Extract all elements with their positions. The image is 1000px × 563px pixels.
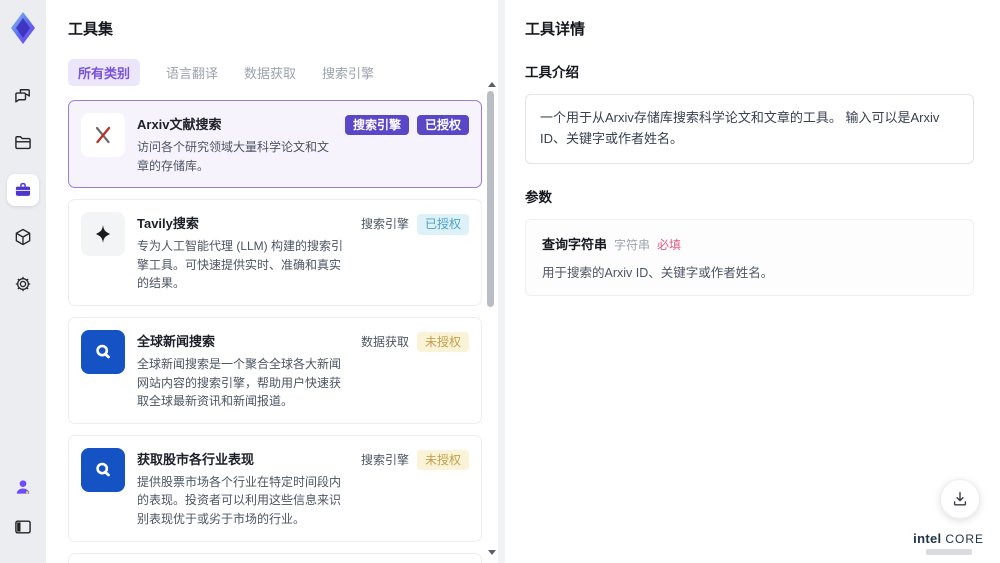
tool-icon [81,329,125,374]
tool-name: 全球新闻搜索 [137,333,216,349]
sidebar-item-packages[interactable] [7,221,39,253]
category-tabs: 所有类别 语言翻译 数据获取 搜索引擎 [68,59,476,86]
parameter-description: 用于搜索的Arxiv ID、关键字或作者姓名。 [542,265,774,280]
tab-category-2[interactable]: 数据获取 [244,63,296,82]
sidebar-item-tools[interactable] [7,174,39,206]
tab-category-0[interactable]: 所有类别 [68,59,141,86]
panel-toggle-icon [15,520,31,534]
details-title: 工具详情 [525,21,586,38]
parameter-required-badge: 必填 [657,237,682,252]
tool-name: Arxiv文献搜索 [137,117,222,132]
tools-panel: 工具集 所有类别 语言翻译 数据获取 搜索引擎 Arxiv文献搜索 访问各个研究领域大… [46,0,498,563]
tool-icon [81,113,125,157]
brand-core: CORE [945,532,984,546]
intro-heading: 工具介绍 [525,65,579,80]
app-window: 工具集 所有类别 语言翻译 数据获取 搜索引擎 Arxiv文献搜索 访问各个研究领域大… [0,0,1000,563]
tool-description: 提供股票市场各个行业在特定时间段内的表现。投资者可以利用这些信息来识别表现优于或… [137,474,342,526]
brand-intel: intel [913,531,942,546]
category-badge: 搜索引擎 [360,217,409,232]
tool-description: 访问各个研究领域大量科学论文和文章的存储库。 [137,140,330,173]
scroll-down-icon[interactable] [488,550,496,555]
params-heading: 参数 [525,189,552,205]
download-icon [953,492,967,506]
app-logo [7,10,39,46]
tool-name: Tavily搜索 [137,216,199,232]
auth-badge: 未授权 [416,449,469,471]
folder-icon [15,136,31,150]
parameter-name: 查询字符串 [542,236,608,252]
scroll-up-icon[interactable] [488,82,496,87]
gear-icon [15,276,31,292]
chat-icon [15,89,30,103]
auth-badge: 已授权 [416,214,469,235]
download-button[interactable] [940,479,980,519]
tool-list: Arxiv文献搜索 访问各个研究领域大量科学论文和文章的存储库。 搜索引擎 已授… [68,100,482,563]
scrollbar-thumb[interactable] [487,91,494,307]
tool-description: 专为人工智能代理 (LLM) 构建的搜索引擎工具。可快速提供实时、准确和真实的结… [137,239,344,291]
news-search-icon [96,344,110,359]
category-badge: 搜索引擎 [344,115,409,136]
cube-icon [15,228,31,246]
tool-card[interactable]: Arxiv文献搜索 访问各个研究领域大量科学论文和文章的存储库。 搜索引擎 已授… [68,100,482,189]
tool-icon [81,212,125,257]
tab-category-3[interactable]: 搜索引擎 [322,63,374,82]
tool-card[interactable]: Tavily搜索 专为人工智能代理 (LLM) 构建的搜索引擎工具。可快速提供实… [68,199,482,306]
intel-core-logo: intel CORE [913,531,984,555]
sidebar-item-panel-toggle[interactable] [7,511,39,543]
tool-icon [81,447,125,492]
arxiv-icon [95,126,111,144]
tool-description: 全球新闻搜索是一个聚合全球各大新闻网站内容的搜索引擎，帮助用户快速获取全球最新资… [137,356,342,409]
category-badge: 搜索引擎 [360,452,409,467]
tab-category-1[interactable]: 语言翻译 [166,63,218,82]
tool-details-panel: 工具详情 工具介绍 一个用于从Arxiv存储库搜索科学论文和文章的工具。 输入可… [505,0,1000,563]
sidebar-item-account[interactable] [7,471,39,503]
auth-badge: 未授权 [416,331,469,353]
brand-subtext [925,549,972,555]
auth-badge: 已授权 [416,115,469,136]
page-title: 工具集 [68,21,114,38]
diamond-logo-icon [11,12,35,44]
news-search-icon [96,462,110,477]
sidebar-item-files[interactable] [7,127,39,159]
sidebar-item-settings[interactable] [7,268,39,300]
user-icon [16,480,30,494]
parameter-type: 字符串 [614,237,651,252]
tool-name: 获取股市各行业表现 [137,451,255,467]
sidebar-item-chat[interactable] [7,80,39,112]
briefcase-icon [15,183,31,196]
parameter-card: 查询字符串 字符串 必填 用于搜索的Arxiv ID、关键字或作者姓名。 [525,218,974,296]
intro-text: 一个用于从Arxiv存储库搜索科学论文和文章的工具。 输入可以是Arxiv ID… [525,94,974,164]
left-sidebar [0,0,46,563]
category-badge: 数据获取 [360,334,409,349]
tool-card[interactable]: 获取市场最活跃股票信息 提供当天交易量最高的股票列表，投资者可以利用这些信息来识… [68,552,482,563]
list-scrollbar[interactable] [486,82,496,555]
panel-divider [498,0,505,563]
tool-card[interactable]: 全球新闻搜索 全球新闻搜索是一个聚合全球各大新闻网站内容的搜索引擎，帮助用户快速… [68,316,482,424]
tool-card[interactable]: 获取股市各行业表现 提供股票市场各个行业在特定时间段内的表现。投资者可以利用这些… [68,434,482,542]
sparkle-icon [96,225,110,244]
